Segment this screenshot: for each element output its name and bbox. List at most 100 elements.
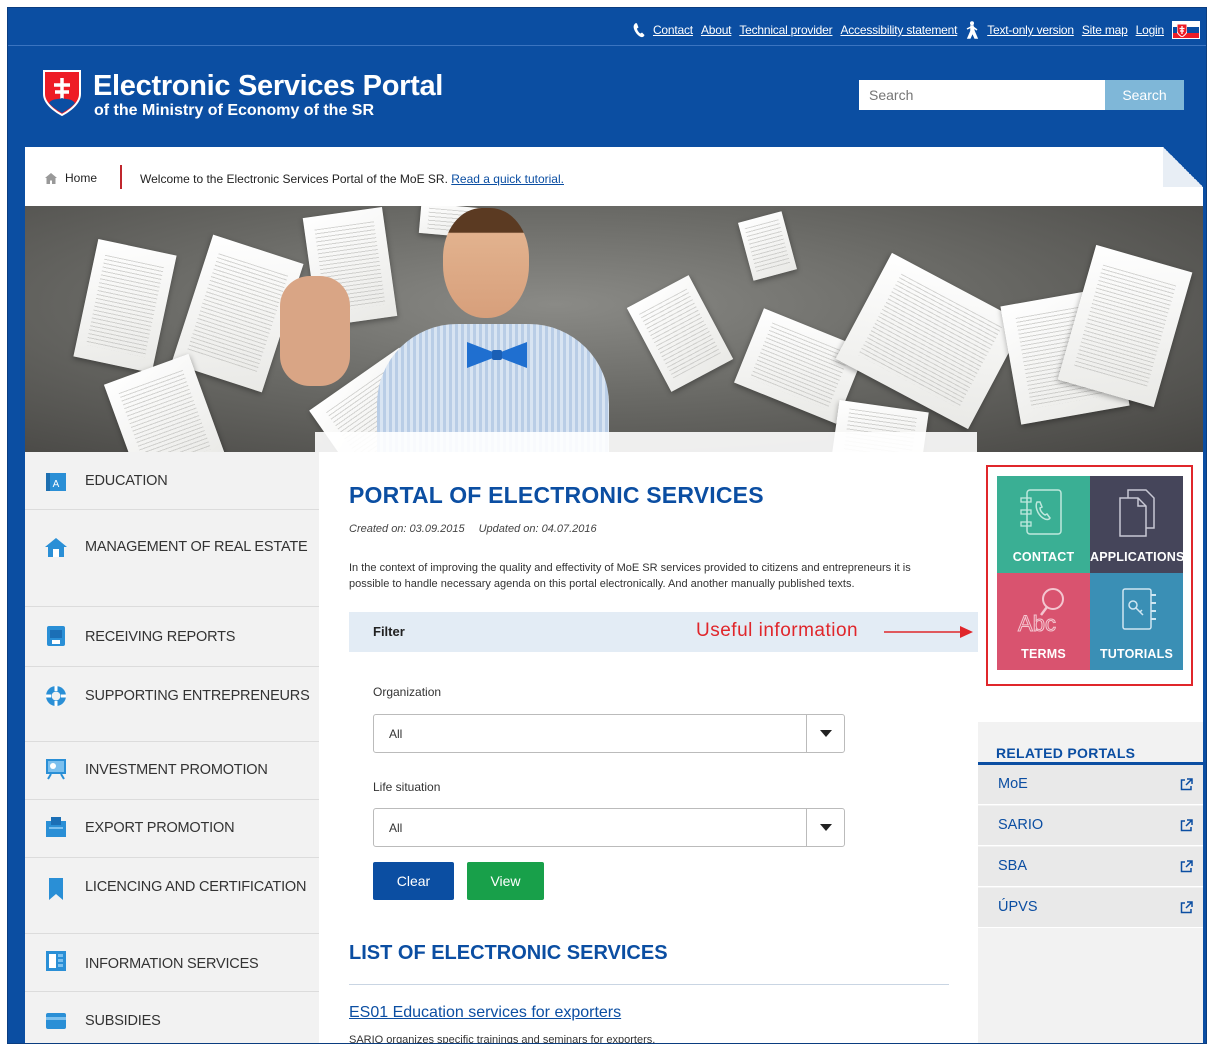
filter-label: Filter (373, 624, 405, 639)
accessibility-statement-link[interactable]: Accessibility statement (840, 23, 957, 37)
sidebar-item-supporting-entrepreneurs[interactable]: SUPPORTING ENTREPRENEURS (25, 667, 319, 742)
service-description: SARIO organizes specific trainings and s… (349, 1034, 656, 1044)
organization-select[interactable]: All (373, 714, 845, 753)
search-button[interactable]: Search (1105, 80, 1184, 110)
browser-frame: Contact About Technical provider Accessi… (7, 7, 1207, 1044)
related-portals: RELATED PORTALS MoE SARIO SBA ÚPVS (978, 722, 1203, 1043)
useful-information-tiles: CONTACT APPLICATIONS Abc TERMS TUTORIALS (986, 465, 1193, 686)
svg-text:Abc: Abc (1018, 611, 1056, 636)
sidebar-item-label: EXPORT PROMOTION (85, 820, 235, 836)
tile-tutorials[interactable]: TUTORIALS (1090, 573, 1183, 670)
external-link-icon (1180, 860, 1193, 873)
lifebuoy-icon (46, 686, 66, 706)
bookmark-icon (49, 878, 63, 900)
sidebar-item-export-promotion[interactable]: EXPORT PROMOTION (25, 800, 319, 858)
sidebar-item-information-services[interactable]: INFORMATION SERVICES (25, 934, 319, 992)
text-only-version-link[interactable]: Text-only version (987, 23, 1074, 37)
related-portal-upvs[interactable]: ÚPVS (978, 888, 1203, 928)
divider (349, 984, 949, 985)
breadcrumb-home[interactable]: Home (45, 171, 97, 185)
sidebar-item-label: SUBSIDIES (85, 1013, 161, 1029)
created-date: Created on: 03.09.2015 (349, 523, 465, 535)
presentation-icon (46, 759, 66, 780)
related-portal-label[interactable]: MoE (998, 776, 1028, 792)
organization-select-value: All (389, 727, 403, 741)
tutorial-link[interactable]: Read a quick tutorial. (451, 172, 564, 186)
breadcrumb-separator (120, 165, 122, 189)
external-link-icon (1180, 819, 1193, 832)
breadcrumb-home-label[interactable]: Home (65, 171, 97, 185)
sidebar-item-label: EDUCATION (85, 473, 168, 489)
site-map-link[interactable]: Site map (1082, 23, 1128, 37)
top-links: Contact About Technical provider Accessi… (633, 19, 1200, 41)
tile-contact[interactable]: CONTACT (997, 476, 1090, 573)
home-icon (45, 172, 57, 184)
site-title[interactable]: Electronic Services Portal (93, 70, 443, 103)
search-input[interactable] (859, 80, 1105, 110)
coat-of-arms-icon[interactable] (43, 70, 81, 116)
tile-contact-label: CONTACT (1012, 550, 1075, 564)
contact-link[interactable]: Contact (653, 23, 693, 37)
sidebar-item-subsidies[interactable]: SUBSIDIES (25, 992, 319, 1043)
slovak-flag-icon[interactable] (1172, 21, 1200, 39)
site-subtitle: of the Ministry of Economy of the SR (94, 102, 375, 119)
service-link[interactable]: ES01 Education services for exporters (349, 1004, 621, 1022)
sidebar-item-label: RECEIVING REPORTS (85, 629, 236, 645)
external-link-icon (1180, 901, 1193, 914)
page-meta: Created on: 03.09.2015 Updated on: 04.07.… (349, 523, 597, 535)
welcome-text: Welcome to the Electronic Services Porta… (140, 172, 448, 186)
view-button[interactable]: View (467, 862, 544, 900)
related-portal-label[interactable]: SBA (998, 858, 1027, 874)
intro-text: In the context of improving the quality … (349, 562, 911, 590)
tile-applications-label: APPLICATIONS (1090, 550, 1185, 564)
documents-icon (1119, 489, 1155, 537)
top-divider (8, 45, 1206, 46)
sidebar-item-education[interactable]: A EDUCATION (25, 452, 319, 510)
filter-bar[interactable]: Filter Useful information (349, 612, 978, 652)
related-portal-sario[interactable]: SARIO (978, 806, 1203, 846)
sidebar-item-management-of-real-estate[interactable]: MANAGEMENT OF REAL ESTATE (25, 510, 319, 607)
sidebar-item-label: SUPPORTING ENTREPRENEURS (85, 688, 310, 704)
info-services-icon (46, 951, 66, 971)
hero-banner (25, 206, 1203, 452)
related-portal-label[interactable]: ÚPVS (998, 899, 1038, 915)
sidebar-item-label: MANAGEMENT OF REAL ESTATE (85, 539, 308, 555)
house-icon (45, 538, 67, 557)
chevron-down-icon[interactable] (806, 715, 844, 752)
life-situation-label: Life situation (373, 780, 441, 794)
address-book-icon (1020, 489, 1062, 535)
external-link-icon (1180, 778, 1193, 791)
technical-provider-link[interactable]: Technical provider (739, 23, 832, 37)
education-icon: A (46, 473, 66, 491)
tile-terms-label: TERMS (1021, 647, 1066, 661)
tile-applications[interactable]: APPLICATIONS (1090, 476, 1185, 573)
accessibility-walker-icon (965, 21, 979, 39)
main-content: PORTAL OF ELECTRONIC SERVICES Created on… (319, 452, 978, 1044)
useful-information-annotation: Useful information (696, 620, 859, 641)
sidebar-item-label: LICENCING AND CERTIFICATION (85, 879, 307, 895)
related-portal-label[interactable]: SARIO (998, 817, 1043, 833)
related-portals-title: RELATED PORTALS (996, 745, 1136, 761)
updated-date: Updated on: 04.07.2016 (478, 523, 597, 535)
page-corner-fold (1163, 147, 1203, 187)
chevron-down-icon[interactable] (806, 809, 844, 846)
sidebar-item-licencing-and-certification[interactable]: LICENCING AND CERTIFICATION (25, 858, 319, 934)
sidebar-item-receiving-reports[interactable]: RECEIVING REPORTS (25, 607, 319, 667)
clear-button[interactable]: Clear (373, 862, 454, 900)
sidebar-item-label: INVESTMENT PROMOTION (85, 762, 268, 778)
related-portal-sba[interactable]: SBA (978, 847, 1203, 887)
annotation-arrow-icon (884, 626, 973, 638)
about-link[interactable]: About (701, 23, 732, 37)
login-link[interactable]: Login (1136, 23, 1165, 37)
welcome-message: Welcome to the Electronic Services Porta… (140, 172, 564, 186)
tile-terms[interactable]: Abc TERMS (997, 573, 1090, 670)
sidebar-item-investment-promotion[interactable]: INVESTMENT PROMOTION (25, 742, 319, 800)
organization-label: Organization (373, 685, 442, 699)
life-situation-select[interactable]: All (373, 808, 845, 847)
search-box: Search (859, 80, 1184, 110)
services-list-title: LIST OF ELECTRONIC SERVICES (349, 942, 668, 964)
related-portal-moe[interactable]: MoE (978, 765, 1203, 805)
right-column: CONTACT APPLICATIONS Abc TERMS TUTORIALS… (978, 452, 1203, 1043)
export-icon (46, 817, 66, 837)
life-situation-select-value: All (389, 821, 403, 835)
